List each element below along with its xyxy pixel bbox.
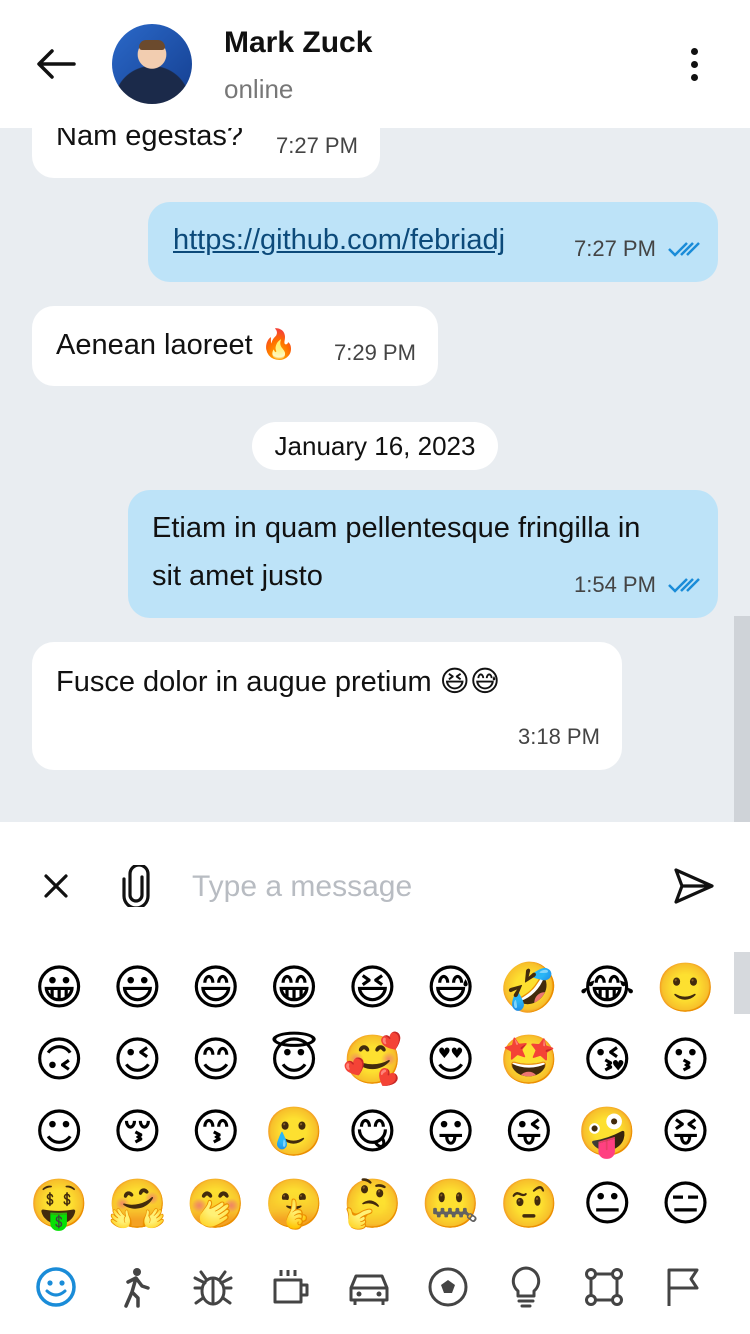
- emoji-item[interactable]: 🥲: [255, 1096, 333, 1168]
- activity-icon: [428, 1267, 468, 1307]
- category-objects[interactable]: [487, 1256, 565, 1318]
- emoji-item[interactable]: 🤭: [177, 1168, 255, 1240]
- message-time: 1:54 PM: [574, 572, 656, 597]
- nature-icon: [193, 1270, 233, 1306]
- emoji-item[interactable]: 😊: [177, 1024, 255, 1096]
- emoji-item[interactable]: 😚: [98, 1096, 176, 1168]
- emoji-grid: 😀 😃 😄 😁 😆 😅 🤣 😂 🙂 🙃 😉 😊 😇 🥰 😍 🤩 😘 😗 ☺ 😚 …: [20, 952, 725, 1240]
- people-icon: [124, 1268, 151, 1308]
- emoji-item[interactable]: 😐: [568, 1168, 646, 1240]
- emoji-item[interactable]: 😆: [333, 952, 411, 1024]
- emoji-item[interactable]: 😂: [568, 952, 646, 1024]
- message-text: Fusce dolor in augue pretium 😆😅: [56, 666, 501, 698]
- emoji-item[interactable]: 😇: [255, 1024, 333, 1096]
- close-icon: [44, 874, 68, 898]
- message-time: 7:27 PM: [276, 133, 358, 158]
- chat-scrollbar[interactable]: [734, 616, 750, 822]
- category-nature[interactable]: [174, 1256, 252, 1318]
- objects-icon: [511, 1266, 541, 1308]
- emoji-item[interactable]: 🤣: [490, 952, 568, 1024]
- emoji-item[interactable]: 🤐: [411, 1168, 489, 1240]
- emoji-item[interactable]: 😛: [411, 1096, 489, 1168]
- message-bubble-outgoing[interactable]: https://github.com/febriadj 7:27 PM: [148, 202, 718, 282]
- emoji-item[interactable]: 😑: [646, 1168, 724, 1240]
- message-bubble-incoming[interactable]: Aenean laoreet 🔥 7:29 PM: [32, 306, 438, 386]
- arrow-left-icon: [37, 49, 76, 79]
- emoji-item[interactable]: 😀: [20, 952, 98, 1024]
- emoji-item[interactable]: 😅: [411, 952, 489, 1024]
- category-food[interactable]: [252, 1256, 330, 1318]
- category-activity[interactable]: [408, 1256, 486, 1318]
- emoji-item[interactable]: 🤩: [490, 1024, 568, 1096]
- message-link[interactable]: https://github.com/febriadj: [173, 224, 505, 257]
- emoji-item[interactable]: 😗: [646, 1024, 724, 1096]
- food-icon: [273, 1270, 309, 1304]
- category-travel[interactable]: [330, 1256, 408, 1318]
- emoji-item[interactable]: 🙃: [20, 1024, 98, 1096]
- message-bubble-outgoing[interactable]: Etiam in quam pellentesque fringilla in …: [128, 490, 718, 618]
- category-people[interactable]: [95, 1256, 173, 1318]
- message-text-line-2: sit amet justo: [152, 560, 323, 592]
- emoji-item[interactable]: 😁: [255, 952, 333, 1024]
- message-text: Aenean laoreet 🔥: [56, 329, 297, 361]
- emoji-scrollbar[interactable]: [734, 952, 750, 1014]
- emoji-item[interactable]: 😋: [333, 1096, 411, 1168]
- emoji-item[interactable]: 🤨: [490, 1168, 568, 1240]
- back-button[interactable]: [30, 40, 82, 88]
- paperclip-icon: [122, 865, 150, 907]
- emoji-item[interactable]: 😘: [568, 1024, 646, 1096]
- emoji-category-bar: [0, 1256, 750, 1318]
- emoji-item[interactable]: 😃: [98, 952, 176, 1024]
- read-receipt-icon: [668, 578, 700, 593]
- message-time: 7:27 PM: [574, 236, 656, 261]
- message-time: 7:29 PM: [334, 340, 416, 365]
- emoji-item[interactable]: 🤔: [333, 1168, 411, 1240]
- emoji-item[interactable]: 🙂: [646, 952, 724, 1024]
- emoji-item[interactable]: 🤑: [20, 1168, 98, 1240]
- read-receipt-icon: [668, 242, 700, 257]
- send-icon: [674, 868, 714, 904]
- more-options-button[interactable]: [672, 40, 716, 88]
- category-smileys[interactable]: [17, 1256, 95, 1318]
- contact-status: online: [224, 74, 294, 104]
- emoji-item[interactable]: ☺: [20, 1096, 98, 1168]
- message-bubble-incoming[interactable]: Nam egestas? 7:27 PM: [32, 128, 380, 178]
- message-text-line-1: Etiam in quam pellentesque fringilla in: [152, 512, 641, 544]
- date-separator: January 16, 2023: [252, 422, 498, 470]
- attach-button[interactable]: [112, 860, 160, 912]
- emoji-item[interactable]: 😙: [177, 1096, 255, 1168]
- emoji-item[interactable]: 😝: [646, 1096, 724, 1168]
- travel-icon: [349, 1274, 389, 1305]
- send-button[interactable]: [668, 860, 720, 912]
- emoji-item[interactable]: 😉: [98, 1024, 176, 1096]
- emoji-item[interactable]: 😄: [177, 952, 255, 1024]
- emoji-item[interactable]: 😍: [411, 1024, 489, 1096]
- message-list[interactable]: Nam egestas? 7:27 PM https://github.com/…: [0, 128, 750, 822]
- emoji-item[interactable]: 😜: [490, 1096, 568, 1168]
- contact-name[interactable]: Mark Zuck: [224, 26, 372, 60]
- category-flags[interactable]: [643, 1256, 721, 1318]
- emoji-item[interactable]: 🥰: [333, 1024, 411, 1096]
- message-input[interactable]: [192, 862, 632, 912]
- smileys-icon: [36, 1267, 76, 1307]
- emoji-item[interactable]: 🤪: [568, 1096, 646, 1168]
- message-text: Nam egestas?: [56, 128, 243, 152]
- avatar[interactable]: [112, 24, 192, 104]
- emoji-item[interactable]: 🤫: [255, 1168, 333, 1240]
- category-symbols[interactable]: [565, 1256, 643, 1318]
- emoji-item[interactable]: 🤗: [98, 1168, 176, 1240]
- message-time: 3:18 PM: [518, 724, 600, 749]
- close-emoji-button[interactable]: [32, 862, 80, 910]
- flags-icon: [667, 1268, 699, 1306]
- more-vertical-icon: [690, 47, 698, 55]
- symbols-icon: [585, 1268, 624, 1306]
- message-bubble-incoming[interactable]: Fusce dolor in augue pretium 😆😅 3:18 PM: [32, 642, 622, 770]
- chat-header: Mark Zuck online: [0, 0, 750, 128]
